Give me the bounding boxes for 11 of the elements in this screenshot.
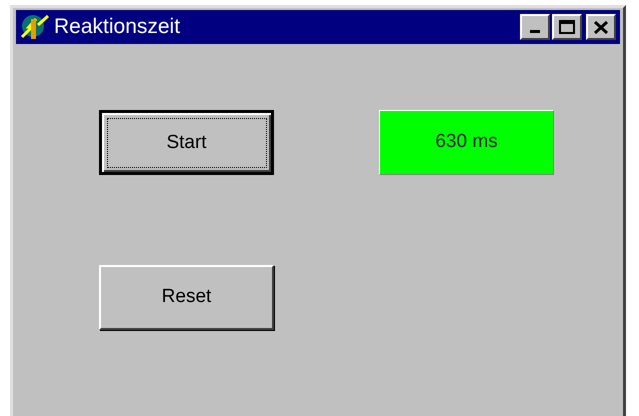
app-icon: [20, 13, 50, 41]
start-button[interactable]: Start: [99, 110, 274, 175]
close-icon: [594, 20, 608, 34]
maximize-button[interactable]: [552, 14, 582, 40]
reset-button[interactable]: Reset: [99, 265, 274, 330]
window-title: Reaktionszeit: [54, 14, 182, 40]
reaction-time-display: 630 ms: [379, 110, 554, 175]
close-button[interactable]: [586, 14, 616, 40]
minimize-icon: [530, 30, 540, 33]
minimize-button[interactable]: [520, 14, 550, 40]
maximize-icon: [559, 20, 575, 34]
